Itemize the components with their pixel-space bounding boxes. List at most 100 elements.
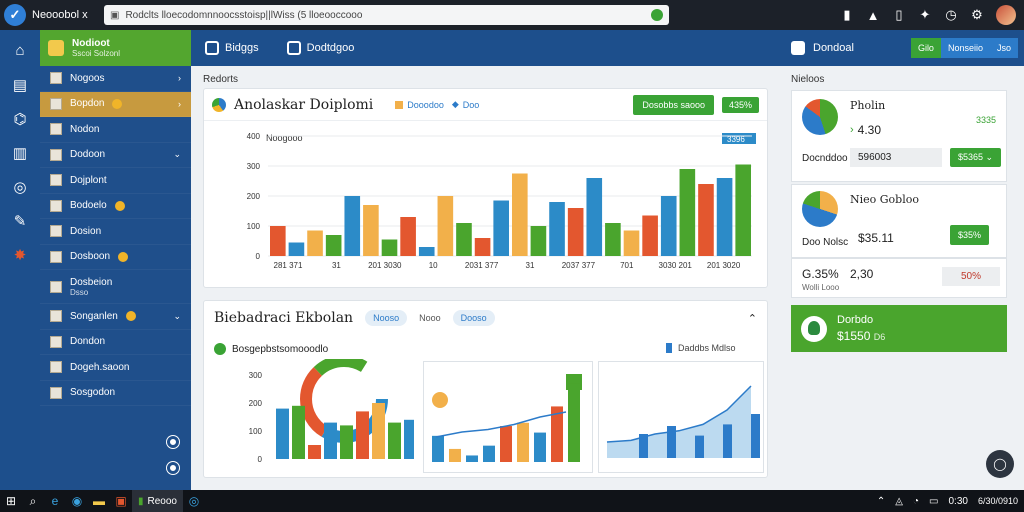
right-section-label: Nieloos (791, 74, 825, 85)
avatar[interactable] (996, 5, 1016, 25)
battery-icon[interactable]: ▯ (892, 7, 906, 23)
sidebar-item-6[interactable]: Dosion (40, 219, 191, 245)
clock-date[interactable]: 6/30/0910 (978, 496, 1018, 506)
legend-item-2[interactable]: ◆ Doo (452, 99, 479, 110)
clock-icon[interactable]: ◷ (944, 7, 958, 23)
warning-icon[interactable]: ▲ (866, 8, 880, 23)
sidebar-item-9[interactable]: Songanlen ⌄ (40, 304, 191, 330)
badge-icon (112, 98, 123, 109)
collapse-icon[interactable]: ⌃ (748, 312, 757, 325)
metric-button[interactable]: $35% (950, 225, 990, 245)
chip-3[interactable]: Dooso (452, 310, 495, 326)
puzzle-icon[interactable]: ✦ (918, 7, 932, 23)
browser-tab[interactable]: Neooobol x (32, 9, 94, 21)
sidebar-toggle-2[interactable] (167, 462, 179, 474)
network-icon[interactable]: ◬ (895, 496, 903, 507)
volume-icon[interactable]: ◔ (913, 496, 919, 507)
row-label: Doo Nolsc (802, 237, 849, 248)
pie-icon (212, 97, 226, 112)
chip-2[interactable]: Nooo (419, 313, 441, 323)
browser-icon[interactable]: ◉ (66, 490, 88, 512)
globe-icon[interactable]: ◎ (183, 490, 205, 512)
bar (307, 230, 323, 256)
bar-chart-main: Noogooo 33960100200300400281 371 31 201 303… (247, 132, 756, 270)
chevron-icon[interactable]: › (178, 99, 181, 109)
percent-button[interactable]: 435% (721, 96, 759, 113)
sidebar-item-10[interactable]: Dondon (40, 330, 191, 355)
bar (344, 196, 361, 256)
sidebar-item-label: Dosbeion (70, 276, 113, 288)
sidebar-header[interactable]: Nodioot Sscoi Solzonl (40, 30, 191, 66)
summary-unit: D6 (873, 332, 886, 342)
clock-time[interactable]: 0:30 (948, 496, 967, 507)
metric-value: 4.30 (857, 123, 882, 137)
star-icon[interactable]: ✸ (10, 246, 30, 266)
summary-card[interactable]: Dorbdo $1550 D6 (791, 305, 1007, 352)
chevron-up-icon[interactable]: ⌃ (877, 496, 885, 507)
menu-icon (50, 123, 62, 136)
bank-icon[interactable]: ⌬ (10, 110, 30, 130)
sidebar-item-label: Dodoon (70, 149, 106, 161)
sidebar-item-3[interactable]: Dodoon ⌄ (40, 143, 191, 168)
store-icon[interactable]: ▣ (110, 490, 132, 512)
edit-icon[interactable]: ✎ (10, 212, 30, 232)
taskbar: ⊞ ⌕ e ◉ ▬ ▣ ▮ Reooo ◎ ⌃ ◬ ◔ ▭ 0:30 6/30/0… (0, 490, 1024, 512)
sidebar-item-11[interactable]: Dogeh.saoon (40, 355, 191, 381)
x-tick-label: 701 (620, 261, 634, 270)
chevron-icon[interactable]: ⌄ (173, 149, 181, 160)
chip-1[interactable]: Nooso (365, 310, 408, 326)
bar (437, 196, 454, 256)
metric-card-3: G.35% Wolli Looo 2,30 50% (791, 258, 1007, 298)
combo-chart (432, 374, 582, 462)
chevron-icon[interactable]: › (178, 73, 181, 83)
x-tick-label: 201 3030 (368, 261, 402, 270)
url-bar[interactable]: ▣ Rodclts lloecodomnnoocsstoisp||lWiss (… (104, 5, 669, 25)
bar (432, 435, 444, 462)
settings-icon[interactable]: ⚙ (970, 7, 984, 23)
building-icon[interactable]: ▥ (10, 144, 30, 164)
search-icon[interactable]: ⌕ (22, 490, 44, 512)
bar (698, 184, 714, 256)
nav-item-1[interactable]: Bidggs (205, 41, 259, 55)
home-icon[interactable]: ⌂ (10, 42, 30, 62)
sub-chart-2 (598, 361, 764, 473)
sidebar-item-1[interactable]: Bopdon › (40, 91, 191, 117)
pill-green[interactable]: Gilo (910, 38, 941, 58)
sidebar-item-5[interactable]: Bodoelo (40, 194, 191, 219)
sidebar-item-12[interactable]: Sosgodon (40, 381, 191, 406)
edge-icon[interactable]: e (44, 490, 66, 512)
folder-icon[interactable]: ▬ (88, 490, 110, 512)
bar (356, 411, 369, 459)
windows-start-icon[interactable]: ⊞ (0, 490, 22, 512)
x-tick-label: 281 371 (274, 261, 303, 270)
nav-item-2[interactable]: Dodtdgoo (286, 41, 354, 55)
sidebar-item-label: Nogoos (70, 72, 105, 84)
badge-icon (118, 251, 129, 262)
pill-dropdown[interactable]: Jso (989, 38, 1018, 58)
legend-item-1[interactable]: Dooodoo (395, 100, 444, 110)
metric-button[interactable]: $5365 ⌄ (950, 148, 1002, 167)
sidebar-item-0[interactable]: Nogoos › (40, 66, 191, 92)
bar (623, 230, 640, 256)
arrow-icon: › (850, 124, 854, 136)
sidebar-toggle-1[interactable] (167, 436, 179, 448)
chevron-icon[interactable]: ⌄ (173, 311, 181, 322)
sidebar-item-2[interactable]: Nodon (40, 117, 191, 143)
url-text[interactable]: Rodclts lloecodomnnoocsstoisp||lWiss (5 … (125, 10, 645, 21)
document-icon[interactable]: ▤ (10, 76, 30, 96)
sidebar-item-8[interactable]: Dosbeion Dsso (40, 270, 191, 304)
bar (517, 422, 529, 462)
taskbar-app[interactable]: ▮ Reooo (132, 490, 183, 512)
badge-icon (125, 311, 136, 322)
shield-icon[interactable]: ▮ (840, 7, 854, 23)
compass-icon[interactable]: ◎ (10, 178, 30, 198)
browser-logo-icon[interactable]: ✓ (4, 4, 26, 26)
chat-icon[interactable]: ◯ (986, 450, 1014, 478)
sidebar-item-4[interactable]: Dojplont (40, 168, 191, 194)
x-tick-label: 201 3020 (707, 261, 741, 270)
breakdown-card: Biebadraci Ekbolan Nooso Nooo Dooso ⌃ Bo… (203, 300, 768, 478)
report-button[interactable]: Dosobbs saooo (633, 94, 714, 115)
sidebar-item-7[interactable]: Dosboon (40, 245, 191, 270)
pill-blue[interactable]: Nonseiio (940, 38, 990, 58)
battery-icon[interactable]: ▭ (929, 496, 938, 507)
